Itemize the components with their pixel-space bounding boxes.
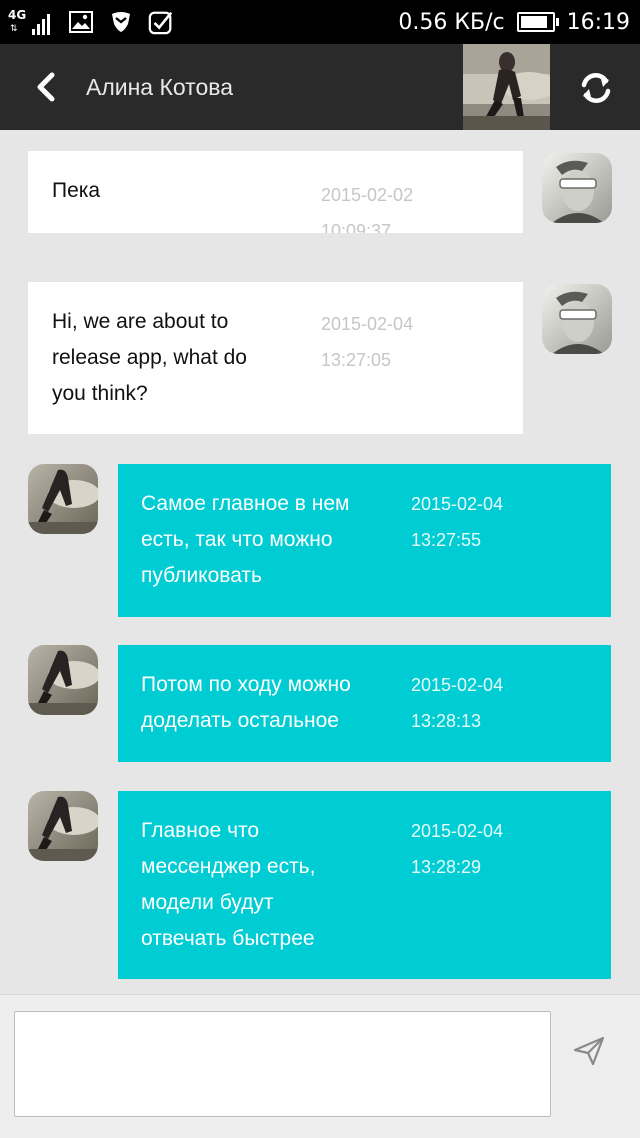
message-date: 2015-02-04 xyxy=(411,494,504,514)
status-right: 0.56 КБ/с 16:19 xyxy=(398,0,630,44)
send-button[interactable] xyxy=(566,1031,612,1071)
message-time: 10:09:37 xyxy=(321,221,392,233)
avatar[interactable] xyxy=(542,153,612,223)
signal-icon: 4G ⇅ xyxy=(8,7,54,37)
message-input[interactable] xyxy=(14,1011,551,1117)
network-type: 4G xyxy=(8,8,27,22)
message-bubble[interactable]: Главное что мессенджер есть, модели буду… xyxy=(118,791,611,979)
status-bar: 4G ⇅ 0.56 КБ/с 16:19 xyxy=(0,0,640,44)
clock: 16:19 xyxy=(566,9,630,35)
avatar[interactable] xyxy=(28,791,98,861)
avatar[interactable] xyxy=(28,464,98,534)
status-left: 4G ⇅ xyxy=(8,6,174,38)
chat-thread[interactable]: Пека 2015-02-02 10:09:37 Hi, we are abou… xyxy=(0,130,640,994)
message-date: 2015-02-04 xyxy=(321,314,414,334)
message-time: 13:27:05 xyxy=(321,350,392,370)
message-text: Пека xyxy=(52,179,101,202)
message-timestamp: 2015-02-04 13:27:55 xyxy=(411,486,521,558)
message-date: 2015-02-02 xyxy=(321,185,414,205)
message-bubble[interactable]: Потом по ходу можно доделать остальное 2… xyxy=(118,645,611,762)
message-timestamp: 2015-02-04 13:27:05 xyxy=(321,306,431,378)
message-text: Hi, we are about to release app, what do… xyxy=(52,310,247,405)
message-composer xyxy=(0,994,640,1138)
shield-icon xyxy=(108,9,134,35)
message-item: Потом по ходу можно доделать остальное 2… xyxy=(0,645,640,765)
check-icon xyxy=(148,9,174,35)
contact-photo[interactable] xyxy=(463,44,550,130)
message-time: 13:28:13 xyxy=(411,711,482,731)
message-timestamp: 2015-02-04 13:28:29 xyxy=(411,813,521,885)
message-timestamp: 2015-02-02 10:09:37 xyxy=(321,177,431,233)
contact-name: Алина Котова xyxy=(86,74,233,100)
message-text: Потом по ходу можно доделать остальное xyxy=(141,673,351,732)
message-bubble[interactable]: Пека 2015-02-02 10:09:37 xyxy=(28,151,523,233)
send-icon xyxy=(573,1036,605,1066)
message-timestamp: 2015-02-04 13:28:13 xyxy=(411,667,521,739)
message-time: 13:27:55 xyxy=(411,530,482,550)
message-time: 13:28:29 xyxy=(411,857,482,877)
message-item: Главное что мессенджер есть, модели буду… xyxy=(0,791,640,986)
refresh-button[interactable] xyxy=(574,66,618,110)
avatar[interactable] xyxy=(542,284,612,354)
network-speed: 0.56 КБ/с xyxy=(398,9,505,35)
message-text: Самое главное в нем есть, так что можно … xyxy=(141,492,350,587)
message-date: 2015-02-04 xyxy=(411,675,504,695)
chevron-left-icon xyxy=(37,72,55,102)
avatar[interactable] xyxy=(28,645,98,715)
refresh-icon xyxy=(581,73,611,103)
back-button[interactable] xyxy=(26,66,66,108)
battery-level xyxy=(520,16,547,28)
message-bubble[interactable]: Самое главное в нем есть, так что можно … xyxy=(118,464,611,617)
message-date: 2015-02-04 xyxy=(411,821,504,841)
battery-icon xyxy=(516,12,559,32)
message-text: Главное что мессенджер есть, модели буду… xyxy=(141,819,316,950)
message-item: Пека 2015-02-02 10:09:37 xyxy=(0,130,640,240)
message-bubble[interactable]: Hi, we are about to release app, what do… xyxy=(28,282,523,434)
message-item: Самое главное в нем есть, так что можно … xyxy=(0,464,640,624)
gallery-icon xyxy=(68,9,94,35)
app-bar: Алина Котова xyxy=(0,44,640,130)
